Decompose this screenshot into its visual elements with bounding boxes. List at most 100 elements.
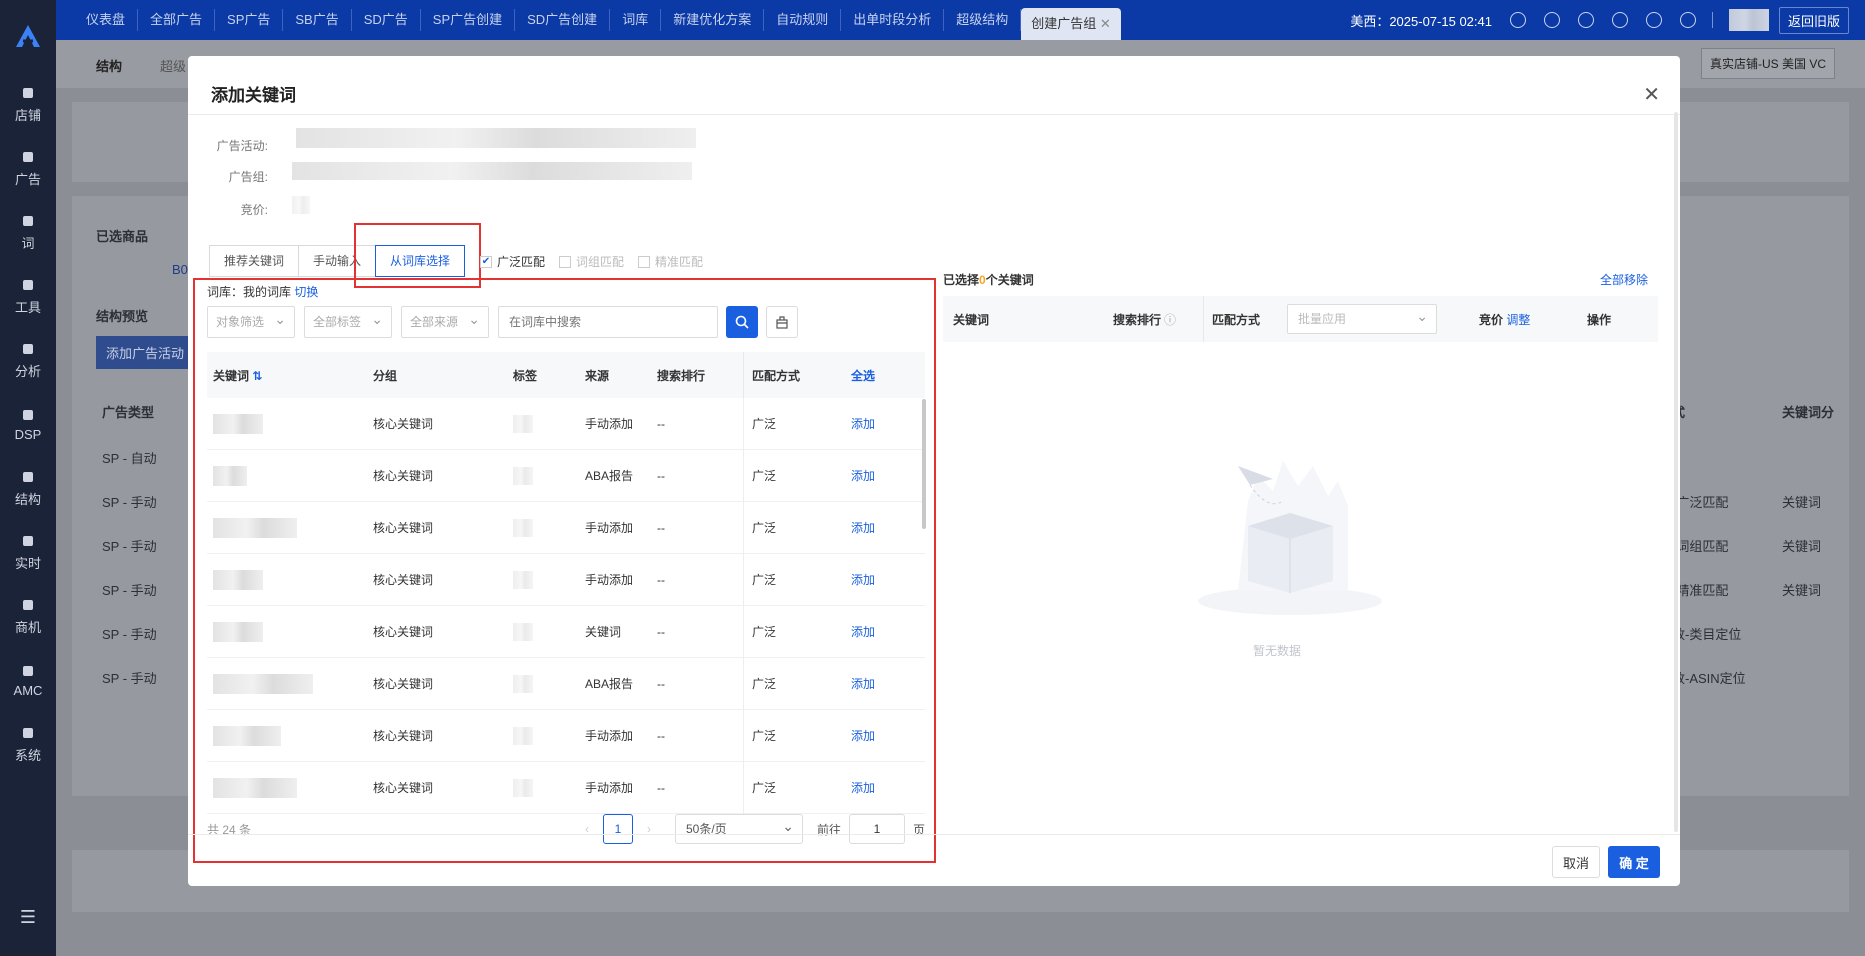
ad-info-icon[interactable] xyxy=(1645,12,1662,28)
cancel-button[interactable]: 取消 xyxy=(1552,846,1600,878)
collapse-menu-icon[interactable]: ☰ xyxy=(0,907,56,928)
sidebar-item-9[interactable]: AMC xyxy=(0,648,56,712)
top-tab-3[interactable]: SB广告 xyxy=(283,9,352,31)
help-icon[interactable] xyxy=(1611,12,1628,28)
match-phrase-checkbox[interactable]: 词组匹配 xyxy=(559,253,624,270)
sort-icon[interactable]: ⇅ xyxy=(252,369,262,383)
source-filter-select[interactable]: 全部来源 xyxy=(401,304,489,338)
keyword-cell-redacted xyxy=(207,621,367,642)
match-cell: 广泛 xyxy=(743,606,843,657)
add-keyword-link[interactable]: 添加 xyxy=(843,675,923,692)
match-cell: 广泛 xyxy=(743,398,843,449)
tag-cell-redacted xyxy=(507,414,579,433)
source-cell: 关键词 xyxy=(585,625,622,639)
info-icon[interactable]: ⓘ xyxy=(1164,311,1176,328)
select-all-link[interactable]: 全选 xyxy=(843,367,923,384)
add-keyword-link[interactable]: 添加 xyxy=(843,779,923,796)
remove-all-link[interactable]: 全部移除 xyxy=(1600,271,1648,288)
datetime: 美西：2025-07-15 02:41 xyxy=(1350,13,1492,29)
keyword-cell-redacted xyxy=(207,777,367,798)
top-tab-5[interactable]: SP广告创建 xyxy=(421,9,516,31)
top-tab-8[interactable]: 新建优化方案 xyxy=(661,9,765,31)
sidebar-item-7[interactable]: 实时 xyxy=(0,520,56,584)
add-keyword-link[interactable]: 添加 xyxy=(843,467,923,484)
top-tab-0[interactable]: 仪表盘 xyxy=(74,9,139,31)
sidebar-item-8[interactable]: 商机 xyxy=(0,584,56,648)
sidebar-item-0[interactable]: 店铺 xyxy=(0,72,56,136)
user-service-icon[interactable] xyxy=(1679,12,1696,28)
sidebar-item-2[interactable]: 词 xyxy=(0,200,56,264)
top-tab-7[interactable]: 词库 xyxy=(610,9,662,31)
table-row: 核心关键词 手动添加 -- 广泛 添加 xyxy=(207,502,925,554)
sidebar-item-5[interactable]: DSP xyxy=(0,392,56,456)
calendar-icon[interactable] xyxy=(1509,12,1526,28)
sidebar-item-6[interactable]: 结构 xyxy=(0,456,56,520)
table-row: 核心关键词 手动添加 -- 广泛 添加 xyxy=(207,762,925,814)
close-icon[interactable]: ✕ xyxy=(1643,82,1660,107)
add-keyword-link[interactable]: 添加 xyxy=(843,519,923,536)
sidebar-item-1[interactable]: 广告 xyxy=(0,136,56,200)
switch-library-link[interactable]: 切换 xyxy=(294,285,318,299)
top-tab-1[interactable]: 全部广告 xyxy=(138,9,216,31)
bg-row-keyword: 关键词 xyxy=(1782,583,1822,598)
sidebar-item-label: 词 xyxy=(21,235,35,251)
add-keyword-link[interactable]: 添加 xyxy=(843,623,923,640)
download-icon[interactable] xyxy=(1543,12,1560,28)
top-tab-10[interactable]: 出单时段分析 xyxy=(841,9,945,31)
top-tab-9[interactable]: 自动规则 xyxy=(764,9,842,31)
object-filter-select[interactable]: 对象筛选 xyxy=(207,304,295,338)
keyword-cell-redacted xyxy=(207,725,367,746)
col-keyword[interactable]: 关键词 ⇅ xyxy=(207,367,367,384)
add-keyword-link[interactable]: 添加 xyxy=(843,571,923,588)
modal-scrollbar[interactable] xyxy=(1674,112,1678,832)
page-1-button[interactable]: 1 xyxy=(602,814,633,844)
rank-cell: -- xyxy=(657,624,665,639)
goto-page-input[interactable]: 1 xyxy=(848,814,905,844)
tab-recommended-keywords[interactable]: 推荐关键词 xyxy=(209,245,300,277)
page-size-select[interactable]: 50条/页 xyxy=(674,812,803,844)
close-tab-icon[interactable]: ✕ xyxy=(1096,16,1111,31)
sidebar-item-label: AMC xyxy=(13,682,43,698)
clear-filter-button[interactable] xyxy=(766,306,798,338)
top-tab-11[interactable]: 超级结构 xyxy=(944,9,1022,31)
bg-row-keyword: 关键词 xyxy=(1782,539,1822,554)
sel-col-op: 操作 xyxy=(1587,312,1612,327)
bg-row-type: SP - 自动 xyxy=(102,451,157,466)
keyword-cell-redacted xyxy=(207,517,367,538)
tag-filter-select[interactable]: 全部标签 xyxy=(304,304,392,338)
add-keyword-link[interactable]: 添加 xyxy=(843,727,923,744)
sidebar-item-4[interactable]: 分析 xyxy=(0,328,56,392)
modal-title: 添加关键词 xyxy=(211,86,296,105)
group-cell: 核心关键词 xyxy=(373,729,434,743)
adjust-bid-link[interactable]: 调整 xyxy=(1506,313,1530,327)
match-type-options: ✔ 广泛匹配 词组匹配 精准匹配 xyxy=(480,253,717,270)
add-keyword-link[interactable]: 添加 xyxy=(843,415,923,432)
match-broad-checkbox[interactable]: ✔ 广泛匹配 xyxy=(480,253,545,270)
rank-cell: -- xyxy=(657,520,665,535)
top-tab-4[interactable]: SD广告 xyxy=(352,9,421,31)
match-exact-checkbox[interactable]: 精准匹配 xyxy=(638,253,703,270)
user-avatar[interactable] xyxy=(1728,9,1769,31)
top-tab-2[interactable]: SP广告 xyxy=(215,9,284,31)
batch-apply-select[interactable]: 批量应用 xyxy=(1287,302,1437,334)
app-logo[interactable] xyxy=(0,0,56,72)
bid-value-redacted xyxy=(292,196,310,214)
bg-row-type: SP - 手动 xyxy=(102,671,157,686)
table-row: 核心关键词 ABA报告 -- 广泛 添加 xyxy=(207,450,925,502)
confirm-button[interactable]: 确 定 xyxy=(1608,846,1660,878)
bg-row-keyword: 关键词 xyxy=(1782,495,1822,510)
search-button[interactable] xyxy=(726,306,758,338)
tool-icon xyxy=(20,277,36,293)
top-tab-12[interactable]: 创建广告组 ✕ xyxy=(1021,8,1121,40)
sidebar-item-10[interactable]: 系统 xyxy=(0,712,56,776)
tab-select-from-library[interactable]: 从词库选择 xyxy=(375,245,466,277)
bg-row-match: -精准匹配 xyxy=(1672,583,1729,598)
sidebar-item-label: 商机 xyxy=(14,619,41,635)
old-version-button[interactable]: 返回旧版 xyxy=(1778,6,1849,34)
sidebar-item-3[interactable]: 工具 xyxy=(0,264,56,328)
library-search-input[interactable] xyxy=(498,306,718,338)
history-icon[interactable] xyxy=(1577,12,1594,28)
top-tab-6[interactable]: SD广告创建 xyxy=(515,9,611,31)
bg-row-type: SP - 手动 xyxy=(102,627,157,642)
table-scrollbar[interactable] xyxy=(922,399,926,529)
